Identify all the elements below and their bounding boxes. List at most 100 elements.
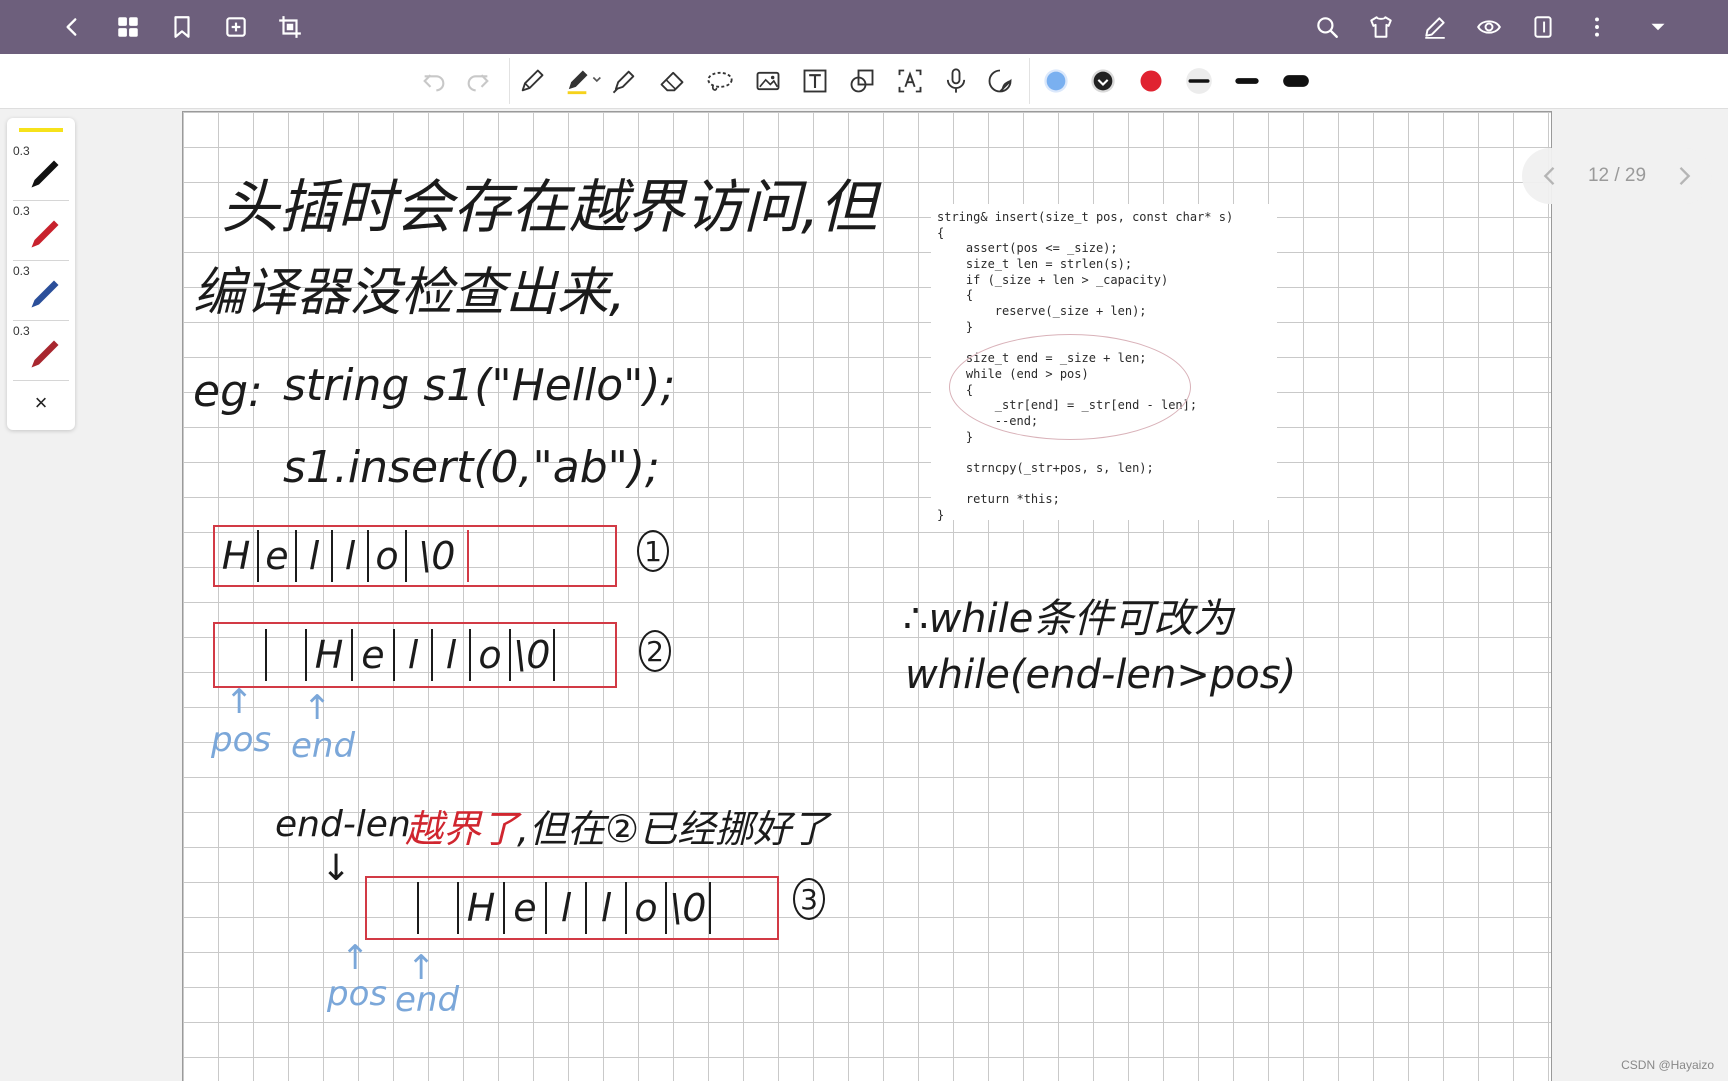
eg-label: eg: <box>193 366 263 417</box>
down-arrow: ↓ <box>321 848 352 889</box>
grid-icon[interactable] <box>108 8 148 46</box>
lasso-icon[interactable] <box>702 64 738 98</box>
code-line: return *this; <box>937 492 1060 507</box>
mic-icon[interactable] <box>938 64 974 98</box>
ocr-icon[interactable] <box>892 64 928 98</box>
dropdown-icon[interactable] <box>1638 8 1678 46</box>
code-line: assert(pos <= _size); <box>937 241 1118 256</box>
pen-preset-4[interactable]: 0.3 <box>7 322 75 380</box>
array-cell <box>267 629 307 681</box>
pen-edit-icon[interactable] <box>1415 8 1455 46</box>
search-icon[interactable] <box>1307 8 1347 46</box>
pen-preset-1[interactable]: 0.3 <box>7 142 75 200</box>
color-swatch-black[interactable] <box>1085 64 1121 98</box>
array-cell: l <box>297 530 333 582</box>
array-cell: \0 <box>667 882 711 934</box>
array-cell: e <box>505 882 547 934</box>
panel-divider <box>13 260 69 261</box>
pen-preset-2[interactable]: 0.3 <box>7 202 75 260</box>
undo-icon[interactable] <box>416 64 452 98</box>
step-marker-3: 3 <box>793 878 825 920</box>
code-line: { <box>937 288 974 303</box>
array-cell <box>215 629 267 681</box>
array-cell: H <box>459 882 505 934</box>
code-highlight-circle <box>949 334 1191 440</box>
array-cell: l <box>333 530 369 582</box>
eraser-icon[interactable] <box>654 64 690 98</box>
array-cell: l <box>587 882 627 934</box>
toolbar-divider <box>1029 58 1030 104</box>
array-cell: l <box>395 629 433 681</box>
array-cell: l <box>547 882 587 934</box>
array-cell: o <box>627 882 667 934</box>
stroke-width-thin[interactable] <box>1181 64 1217 98</box>
add-page-icon[interactable] <box>216 8 256 46</box>
bookmark-icon[interactable] <box>162 8 202 46</box>
drawing-toolbar <box>0 54 1728 109</box>
code-line-1: string s1("Hello"); <box>283 360 676 411</box>
end-arrow-1: ↑ <box>303 688 332 728</box>
pen-icon[interactable] <box>560 64 608 98</box>
code-line: strncpy(_str+pos, s, len); <box>937 461 1154 475</box>
code-line: } <box>937 319 974 334</box>
pen-nib-icon <box>31 160 59 188</box>
layout-icon[interactable] <box>1523 8 1563 46</box>
pos-label-1: pos <box>211 720 272 760</box>
pen-nib-icon <box>31 280 59 308</box>
conclusion-line-1: ∴while条件可改为 <box>903 596 1234 642</box>
panel-divider <box>13 320 69 321</box>
eye-icon[interactable] <box>1469 8 1509 46</box>
step-marker-1: 1 <box>637 530 669 572</box>
code-line: if (_size + len > _capacity) <box>937 272 1169 287</box>
end-label-3: end <box>395 980 460 1020</box>
array-cell <box>367 882 419 934</box>
highlight-color-bar <box>19 128 63 132</box>
array-cell: H <box>307 629 353 681</box>
close-panel-button[interactable]: × <box>7 390 75 420</box>
code-line: string& insert(size_t pos, const char* s… <box>937 210 1234 224</box>
array-cell: e <box>353 629 395 681</box>
code-line: } <box>937 508 945 523</box>
code-snippet-image: string& insert(size_t pos, const char* s… <box>931 204 1277 522</box>
array-cell: o <box>369 530 407 582</box>
note-line-1: 头插时会存在越界访问,但 <box>221 173 878 241</box>
code-line: size_t len = strlen(s); <box>937 257 1133 272</box>
array-cell <box>419 882 459 934</box>
text-icon[interactable] <box>797 64 833 98</box>
char-array-3: H e l l o \0 <box>365 876 779 940</box>
code-line-2: s1.insert(0,"ab"); <box>283 442 660 493</box>
next-page-icon[interactable] <box>1670 162 1698 190</box>
redo-icon[interactable] <box>460 64 496 98</box>
stroke-width-thick[interactable] <box>1278 64 1314 98</box>
array-cell: \0 <box>407 530 469 582</box>
note-page[interactable]: 头插时会存在越界访问,但 编译器没检查出来, eg: string s1("He… <box>182 111 1552 1081</box>
char-array-2: H e l l o \0 <box>213 622 617 688</box>
shirt-icon[interactable] <box>1361 8 1401 46</box>
array-cell: H <box>215 530 259 582</box>
pos-arrow-3: ↑ <box>341 938 370 978</box>
back-icon[interactable] <box>52 8 92 46</box>
prev-page-icon[interactable] <box>1536 162 1564 190</box>
array-cell: \0 <box>511 629 555 681</box>
sticker-icon[interactable] <box>982 64 1018 98</box>
highlighter-icon[interactable] <box>606 64 642 98</box>
pen-presets-panel: 0.3 0.3 0.3 0.3 × <box>7 118 75 430</box>
array-cell: e <box>259 530 297 582</box>
end-len-text: end-len <box>275 804 411 845</box>
image-icon[interactable] <box>750 64 786 98</box>
end-label-1: end <box>291 726 356 766</box>
shapes-icon[interactable] <box>844 64 880 98</box>
watermark: CSDN @Hayaizo <box>1621 1058 1714 1072</box>
toolbar-divider <box>509 58 510 104</box>
crop-icon[interactable] <box>270 8 310 46</box>
more-icon[interactable] <box>1577 8 1617 46</box>
conclusion-line-2: while(end-len>pos) <box>905 652 1297 698</box>
stroke-width-medium[interactable] <box>1229 64 1265 98</box>
color-swatch-blue[interactable] <box>1038 64 1074 98</box>
note-line-2: 编译器没检查出来, <box>193 263 626 323</box>
color-swatch-red[interactable] <box>1133 64 1169 98</box>
pencil-icon[interactable] <box>514 64 550 98</box>
pos-arrow-1: ↑ <box>225 682 254 722</box>
pen-preset-3[interactable]: 0.3 <box>7 262 75 320</box>
